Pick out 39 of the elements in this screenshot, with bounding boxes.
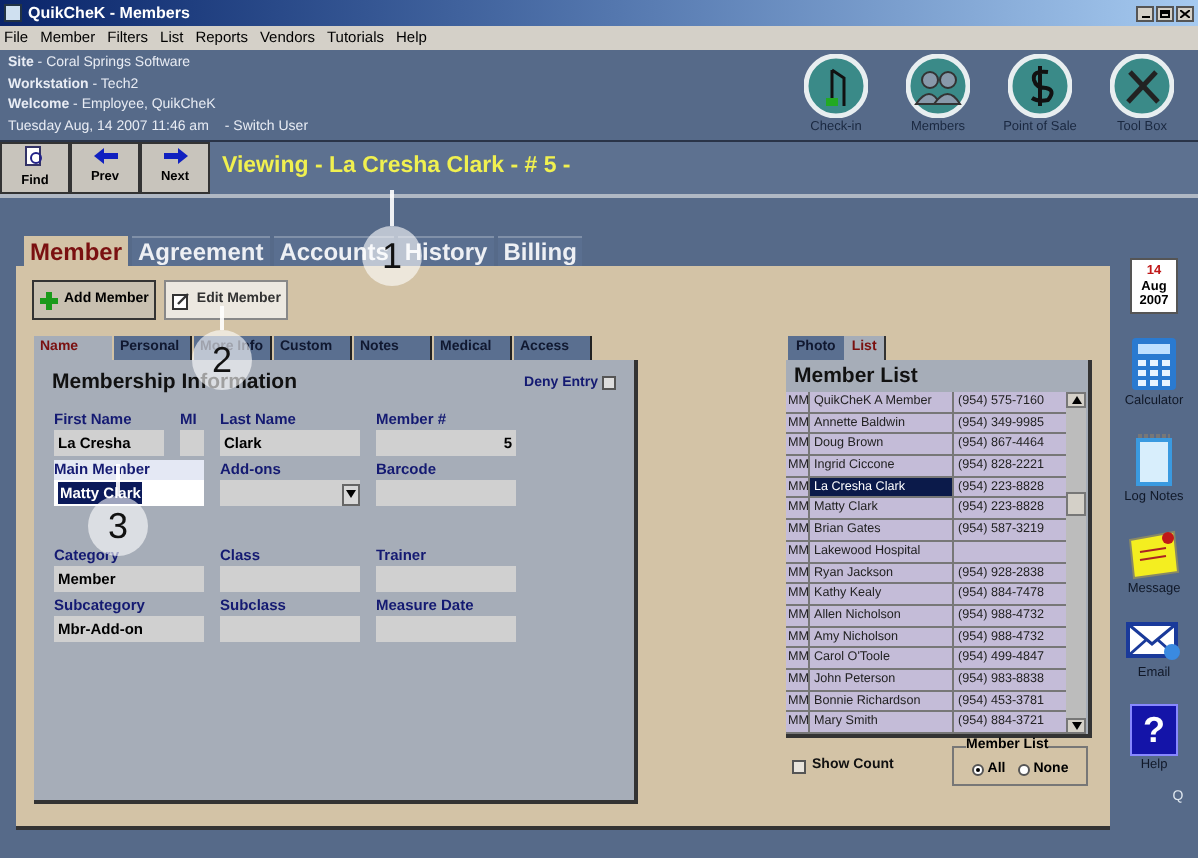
scroll-thumb[interactable] (1066, 491, 1086, 515)
app-icon (4, 4, 22, 22)
sticky-note-icon (1126, 528, 1182, 580)
show-count-checkbox[interactable] (792, 759, 806, 774)
maximize-icon[interactable] (1156, 5, 1174, 21)
main-tab[interactable]: Member (24, 236, 129, 266)
pos-icon (1008, 54, 1072, 118)
viewing-title: Viewing - La Cresha Clark - # 5 - (222, 152, 571, 183)
plus-icon (40, 291, 58, 309)
text-field[interactable] (376, 615, 516, 642)
scroll-down-icon[interactable] (1066, 718, 1086, 734)
text-field[interactable] (376, 479, 516, 506)
list-title: Member List (792, 362, 920, 392)
left-arrow-icon (93, 148, 117, 165)
help-icon: ? (1130, 704, 1178, 756)
main-tab[interactable]: Agreement (132, 236, 270, 266)
text-field[interactable] (220, 615, 360, 642)
main-tab[interactable]: Billing (497, 236, 583, 266)
notepad-icon (1131, 432, 1176, 488)
edit-icon (172, 291, 191, 309)
leader-line (220, 306, 224, 330)
scrollbar[interactable] (1066, 392, 1086, 734)
checkin-icon (804, 54, 868, 118)
minimize-icon[interactable] (1136, 5, 1154, 21)
add-ons-dropdown[interactable] (220, 479, 360, 506)
toolbox-icon (1110, 54, 1174, 118)
scroll-up-icon[interactable] (1066, 392, 1086, 408)
text-field[interactable] (180, 429, 204, 456)
members-icon (906, 54, 970, 118)
window-title: QuikCheK - Members (28, 1, 190, 25)
deny-entry-checkbox[interactable] (602, 376, 616, 391)
text-field[interactable] (220, 565, 360, 592)
section-title: Membership Information (52, 370, 298, 398)
leader-line (390, 190, 394, 226)
envelope-icon (1126, 620, 1182, 664)
close-icon[interactable] (1176, 5, 1194, 21)
right-arrow-icon (163, 148, 187, 165)
text-field[interactable] (376, 565, 516, 592)
calculator-icon (1129, 336, 1178, 392)
